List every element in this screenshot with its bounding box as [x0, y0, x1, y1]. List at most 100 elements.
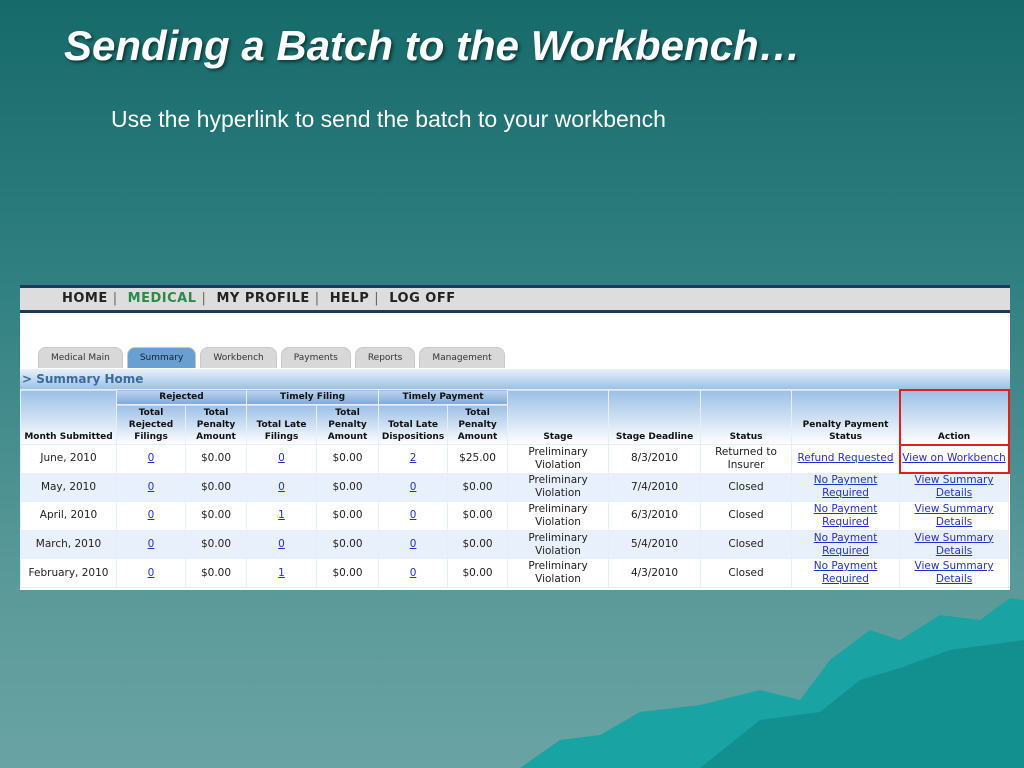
header-late-filings: Total Late Filings [246, 404, 318, 445]
cell-link[interactable]: 1 [278, 509, 285, 521]
table-cell: $0.00 [184, 558, 248, 588]
cell-link[interactable]: 0 [278, 452, 285, 464]
table-cell: $25.00 [447, 444, 509, 474]
header-penalty-payment-status: Penalty Payment Status [791, 389, 901, 445]
tab-medical-main[interactable]: Medical Main [38, 347, 123, 368]
cell-link[interactable]: 0 [148, 538, 155, 550]
cell-link[interactable]: No Payment Required [814, 532, 878, 557]
nav-log-off[interactable]: LOG OFF [389, 291, 455, 306]
tab-payments[interactable]: Payments [280, 347, 351, 368]
table-cell: $0.00 [447, 472, 509, 503]
table-row: June, 2010 0 $0.00 0 $0.00 2 $25.00 Preliminary… [20, 443, 1010, 475]
table-cell: Closed [700, 558, 793, 588]
table-cell: 0 [116, 558, 186, 588]
table-cell: View Summary Details [899, 558, 1010, 588]
view-on-workbench-link[interactable]: View on Workbench [902, 452, 1005, 464]
table-cell: 7/4/2010 [608, 472, 702, 503]
table-cell: Closed [700, 529, 793, 560]
table-cell: 4/3/2010 [608, 558, 702, 588]
view-summary-details-link[interactable]: View Summary Details [915, 503, 994, 528]
table-cell: 0 [378, 558, 449, 588]
cell-link[interactable]: 1 [278, 567, 285, 579]
nav-home[interactable]: HOME [62, 291, 108, 306]
nav-medical[interactable]: MEDICAL [128, 291, 197, 306]
table-cell: Preliminary Violation [507, 444, 610, 474]
table-cell: 1 [246, 501, 318, 531]
table-cell: 0 [116, 501, 186, 531]
slide-title: Sending a Batch to the Workbench… [64, 22, 801, 69]
table-cell: $0.00 [447, 501, 509, 531]
table-cell: View Summary Details [899, 472, 1010, 503]
table-cell: No Payment Required [791, 529, 901, 560]
cell-link[interactable]: 0 [278, 538, 285, 550]
table-cell: $0.00 [184, 472, 248, 503]
table-cell: $0.00 [184, 529, 248, 560]
view-summary-details-link[interactable]: View Summary Details [915, 532, 994, 557]
header-payment-penalty: Total Penalty Amount [447, 404, 509, 445]
table-cell: 0 [378, 472, 449, 503]
cell-link[interactable]: No Payment Required [814, 560, 878, 585]
cell-link[interactable]: No Payment Required [814, 503, 878, 528]
header-action: Action [898, 388, 1010, 446]
cell-link[interactable]: 0 [148, 452, 155, 464]
table-cell: No Payment Required [791, 501, 901, 531]
header-month: Month Submitted [20, 389, 117, 445]
table-cell: Preliminary Violation [507, 558, 610, 588]
table-cell: View Summary Details [899, 501, 1010, 531]
table-row: February, 2010 0 $0.00 1 $0.00 0 $0.00 Prelimin… [20, 558, 1010, 588]
summary-table: Month Submitted Rejected Timely Filing T… [20, 388, 1010, 588]
cell-link[interactable]: 0 [410, 538, 417, 550]
cell-link[interactable]: 0 [148, 481, 155, 493]
table-row: May, 2010 0 $0.00 0 $0.00 0 $0.00 Preliminary V… [20, 472, 1010, 503]
cell-link[interactable]: 0 [410, 481, 417, 493]
view-summary-details-link[interactable]: View Summary Details [915, 474, 994, 499]
breadcrumb: > Summary Home [20, 369, 1010, 389]
tab-management[interactable]: Management [419, 347, 505, 368]
cell-link[interactable]: Refund Requested [797, 452, 893, 464]
table-cell: Closed [700, 472, 793, 503]
view-summary-details-link[interactable]: View Summary Details [915, 560, 994, 585]
header-rejected-filings: Total Rejected Filings [116, 404, 186, 445]
header-rejected-penalty: Total Penalty Amount [184, 404, 248, 445]
nav-help[interactable]: HELP [330, 291, 370, 306]
cell-link[interactable]: 0 [148, 509, 155, 521]
table-cell: 2 [378, 444, 449, 474]
tab-bar: Medical Main Summary Workbench Payments … [38, 347, 505, 368]
table-cell: 0 [246, 529, 318, 560]
table-cell: 0 [116, 444, 186, 474]
table-cell: $0.00 [316, 558, 380, 588]
table-cell: 0 [378, 501, 449, 531]
table-cell: Preliminary Violation [507, 501, 610, 531]
tab-reports[interactable]: Reports [354, 347, 416, 368]
cell-link[interactable]: No Payment Required [814, 474, 878, 499]
tab-workbench[interactable]: Workbench [200, 347, 277, 368]
group-rejected: Rejected [115, 389, 248, 405]
header-stage-deadline: Stage Deadline [608, 389, 702, 445]
table-cell: Refund Requested [791, 444, 901, 474]
table-cell: 1 [246, 558, 318, 588]
cell-link[interactable]: 0 [410, 567, 417, 579]
table-cell: $0.00 [316, 472, 380, 503]
table-cell: 0 [246, 472, 318, 503]
header-late-dispositions: Total Late Dispositions [378, 404, 449, 445]
tab-summary[interactable]: Summary [126, 347, 197, 368]
table-cell: $0.00 [316, 529, 380, 560]
cell-link[interactable]: 0 [278, 481, 285, 493]
cell-link[interactable]: 0 [410, 509, 417, 521]
table-row: March, 2010 0 $0.00 0 $0.00 0 $0.00 Preliminary… [20, 529, 1010, 560]
table-cell: View Summary Details [899, 529, 1010, 560]
table-cell: $0.00 [316, 501, 380, 531]
cell-link[interactable]: 0 [148, 567, 155, 579]
table-cell: Closed [700, 501, 793, 531]
table-cell: February, 2010 [20, 558, 117, 588]
table-cell: 8/3/2010 [608, 444, 702, 474]
table-cell: April, 2010 [20, 501, 117, 531]
group-timely-filing: Timely Filing [246, 389, 380, 405]
cell-link[interactable]: 2 [410, 452, 417, 464]
table-cell: June, 2010 [20, 444, 117, 474]
table-cell: No Payment Required [791, 558, 901, 588]
nav-my-profile[interactable]: MY PROFILE [216, 291, 309, 306]
table-cell: 0 [116, 529, 186, 560]
header-status: Status [700, 389, 793, 445]
app-screenshot: HOME | MEDICAL | MY PROFILE | HELP | LOG OFF… [20, 285, 1010, 590]
